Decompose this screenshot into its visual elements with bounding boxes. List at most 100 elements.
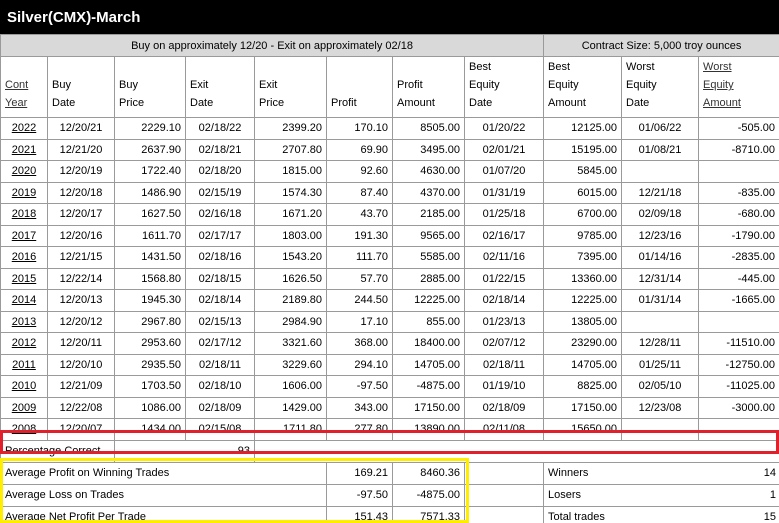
cell-year[interactable]: 2008 xyxy=(0,418,48,441)
cell-profit: 277.80 xyxy=(326,418,393,441)
contract-year-link[interactable]: 2019 xyxy=(12,187,36,199)
header-word: Date xyxy=(469,97,493,109)
header-buy-price: Buy Price xyxy=(114,56,186,118)
cell-exit-price: 2399.20 xyxy=(254,117,327,140)
cell-year[interactable]: 2011 xyxy=(0,353,48,376)
avg-net-amount: 7571.33 xyxy=(392,505,465,523)
cell-worst-equity-amount: -505.00 xyxy=(698,117,779,140)
strategy-banner: Buy on approximately 12/20 - Exit on app… xyxy=(0,34,545,57)
contract-year-link[interactable]: 2008 xyxy=(12,423,36,435)
cell-best-equity-amount: 23290.00 xyxy=(543,332,623,355)
contract-year-link[interactable]: 2011 xyxy=(12,359,36,371)
contract-year-link[interactable]: 2022 xyxy=(12,122,36,134)
cell-worst-equity-amount: -3000.00 xyxy=(698,396,779,419)
cell-profit-amount: 855.00 xyxy=(392,310,465,333)
cell-best-equity-amount: 15195.00 xyxy=(543,138,623,161)
header-word: Exit xyxy=(259,79,278,91)
cell-best-equity-amount: 6015.00 xyxy=(543,181,623,204)
losers-label: Losers 1 xyxy=(543,483,779,507)
header-word: Amount xyxy=(703,97,741,109)
cell-profit: 170.10 xyxy=(326,117,393,140)
contract-year-link[interactable]: 2009 xyxy=(12,402,36,414)
cell-best-equity-date: 01/25/18 xyxy=(463,203,545,226)
header-profit: Profit xyxy=(326,56,393,118)
cell-year[interactable]: 2010 xyxy=(0,375,48,398)
cell-year[interactable]: 2020 xyxy=(0,160,48,183)
cell-buy-price: 2953.60 xyxy=(114,332,186,355)
cell-exit-price: 2707.80 xyxy=(254,138,327,161)
cell-profit-amount: 13890.00 xyxy=(392,418,465,441)
contract-year-link[interactable]: 2020 xyxy=(12,165,36,177)
header-word: Buy xyxy=(119,79,138,91)
cell-best-equity-date: 01/22/15 xyxy=(463,267,545,290)
cell-buy-date: 12/20/10 xyxy=(47,353,115,376)
cell-worst-equity-date: 12/23/08 xyxy=(621,396,700,419)
contract-year-link[interactable]: 2021 xyxy=(12,144,36,156)
avg-win-label: Average Profit on Winning Trades xyxy=(0,461,327,485)
cell-best-equity-date: 02/11/08 xyxy=(463,418,545,441)
cell-worst-equity-date: 02/09/18 xyxy=(621,203,700,226)
cell-year[interactable]: 2018 xyxy=(0,203,48,226)
avg-loss-label: Average Loss on Trades xyxy=(0,483,327,507)
table-row: 2009 12/22/08 1086.00 02/18/09 1429.00 343.00… xyxy=(0,396,779,419)
cell-exit-date: 02/16/18 xyxy=(185,203,255,226)
cell-year[interactable]: 2012 xyxy=(0,332,48,355)
header-word: Year xyxy=(5,97,28,109)
header-year[interactable]: Cont Year xyxy=(0,56,48,118)
contract-year-link[interactable]: 2013 xyxy=(12,316,36,328)
cell-year[interactable]: 2017 xyxy=(0,224,48,247)
header-word: Price xyxy=(119,97,145,109)
cell-worst-equity-date xyxy=(621,160,700,183)
cell-buy-price: 2229.10 xyxy=(114,117,186,140)
cell-year[interactable]: 2022 xyxy=(0,117,48,140)
cell-exit-date: 02/18/22 xyxy=(185,117,255,140)
cell-profit-amount: 5585.00 xyxy=(392,246,465,269)
winners-value: 14 xyxy=(763,467,777,479)
table-row: 2019 12/20/18 1486.90 02/15/19 1574.30 87.40 4… xyxy=(0,181,779,204)
contract-year-link[interactable]: 2014 xyxy=(12,294,36,306)
cell-year[interactable]: 2016 xyxy=(0,246,48,269)
cell-worst-equity-amount: -11510.00 xyxy=(698,332,779,355)
avg-loss-profit: -97.50 xyxy=(326,483,393,507)
cell-buy-price: 1611.70 xyxy=(114,224,186,247)
cell-year[interactable]: 2009 xyxy=(0,396,48,419)
contract-year-link[interactable]: 2018 xyxy=(12,208,36,220)
table-row: 2010 12/21/09 1703.50 02/18/10 1606.00 -97.50… xyxy=(0,375,779,398)
cell-year[interactable]: 2014 xyxy=(0,289,48,312)
empty-cell xyxy=(463,505,545,523)
total-trades-value: 15 xyxy=(763,511,777,523)
header-best-equity-date: Best Equity Date xyxy=(463,56,545,118)
contract-year-link[interactable]: 2017 xyxy=(12,230,36,242)
cell-best-equity-date: 01/20/22 xyxy=(463,117,545,140)
cell-exit-price: 3229.60 xyxy=(254,353,327,376)
empty-cell xyxy=(253,439,779,463)
cell-year[interactable]: 2015 xyxy=(0,267,48,290)
cell-best-equity-date: 02/16/17 xyxy=(463,224,545,247)
cell-profit: -97.50 xyxy=(326,375,393,398)
header-word: Equity xyxy=(469,79,500,91)
header-worst-equity-amount[interactable]: Worst Equity Amount xyxy=(698,56,779,118)
cell-profit: 43.70 xyxy=(326,203,393,226)
contract-year-link[interactable]: 2015 xyxy=(12,273,36,285)
cell-best-equity-date: 02/18/09 xyxy=(463,396,545,419)
table-row: 2017 12/20/16 1611.70 02/17/17 1803.00 191.30… xyxy=(0,224,779,247)
contract-year-link[interactable]: 2016 xyxy=(12,251,36,263)
cell-worst-equity-date: 01/31/14 xyxy=(621,289,700,312)
contract-year-link[interactable]: 2012 xyxy=(12,337,36,349)
cell-exit-price: 1711.80 xyxy=(254,418,327,441)
cell-buy-price: 1627.50 xyxy=(114,203,186,226)
cell-buy-price: 2935.50 xyxy=(114,353,186,376)
contract-year-link[interactable]: 2010 xyxy=(12,380,36,392)
cell-year[interactable]: 2019 xyxy=(0,181,48,204)
trade-history-table: Buy on approximately 12/20 - Exit on app… xyxy=(0,34,779,523)
cell-worst-equity-amount: -12750.00 xyxy=(698,353,779,376)
avg-net-profit: 151.43 xyxy=(326,505,393,523)
table-row: 2008 12/20/07 1434.00 02/15/08 1711.80 277.80… xyxy=(0,418,779,441)
cell-year[interactable]: 2013 xyxy=(0,310,48,333)
cell-profit-amount: 14705.00 xyxy=(392,353,465,376)
header-word: Worst xyxy=(626,61,655,73)
cell-year[interactable]: 2021 xyxy=(0,138,48,161)
avg-win-amount: 8460.36 xyxy=(392,461,465,485)
cell-exit-price: 3321.60 xyxy=(254,332,327,355)
header-word: Profit xyxy=(397,79,423,91)
